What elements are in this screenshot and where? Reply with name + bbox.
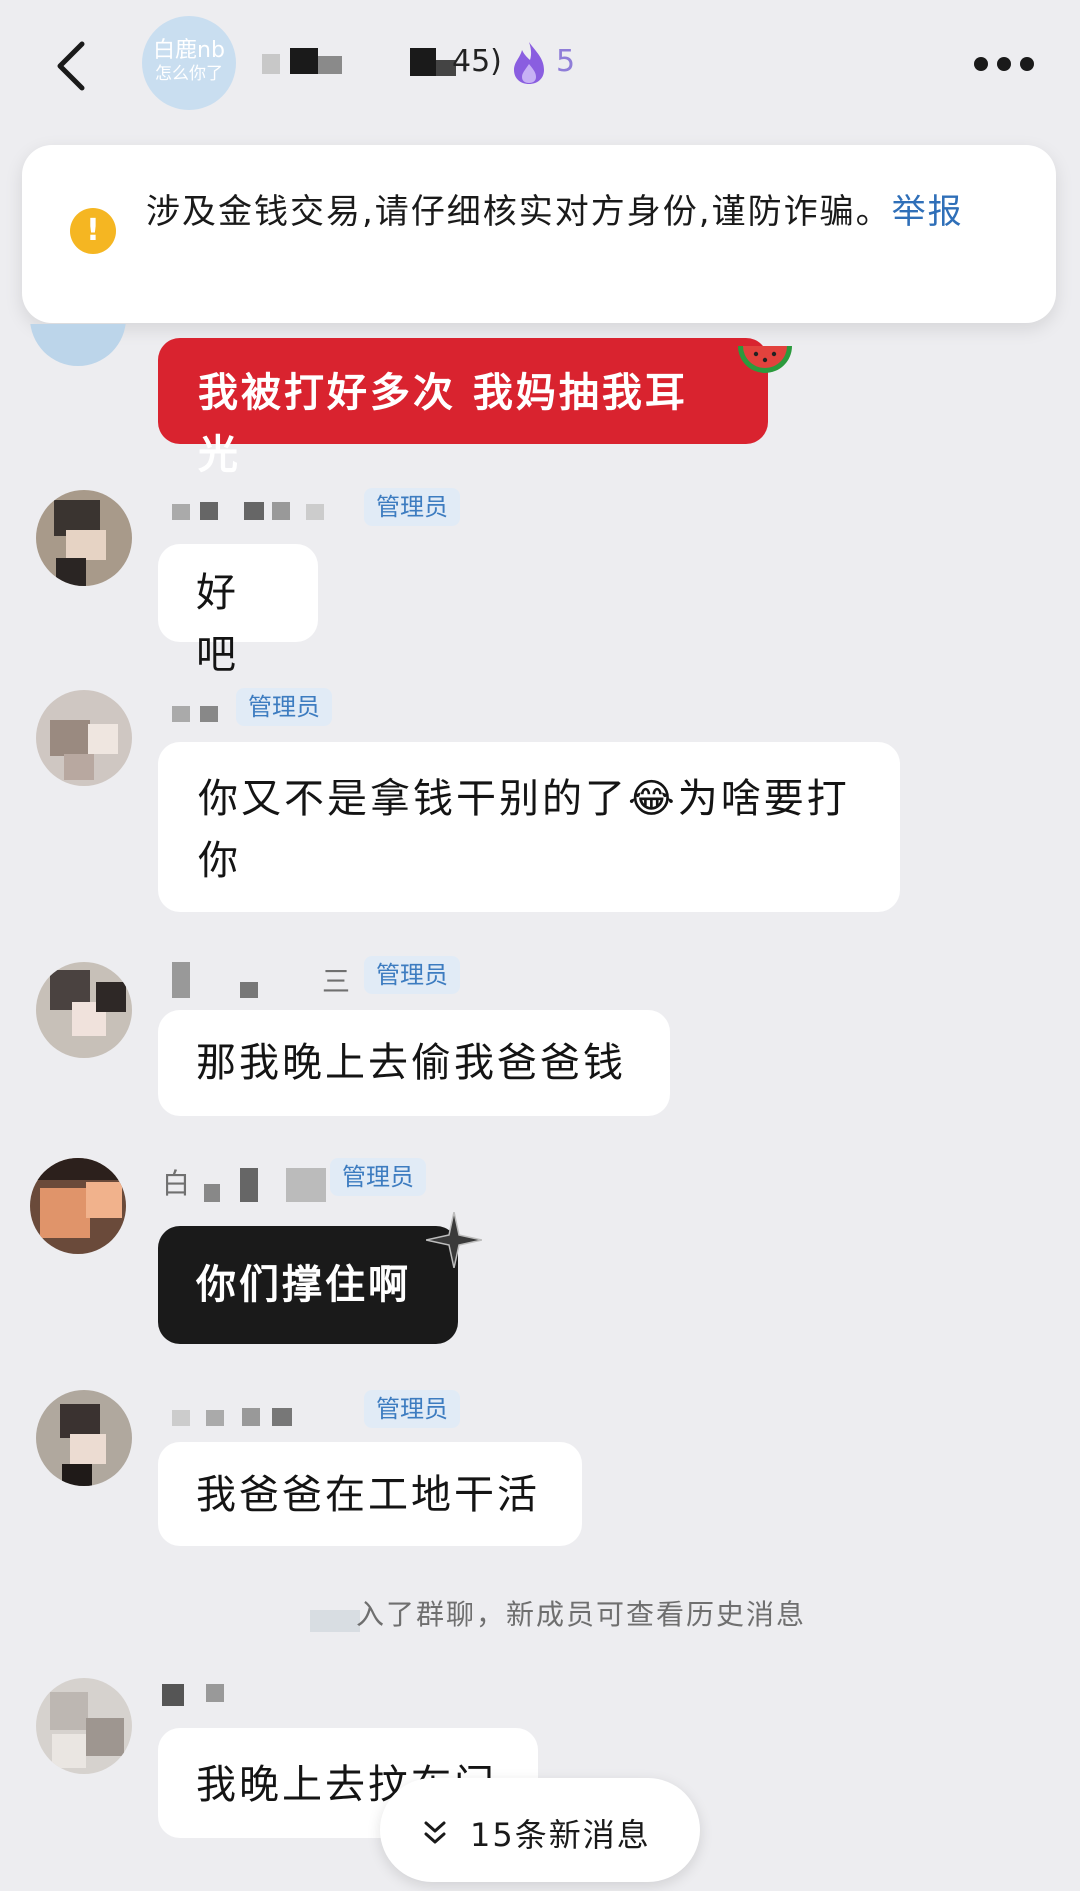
message-text: 我被打好多次 我妈抽我耳光 [198, 370, 688, 478]
avatar[interactable] [36, 1390, 132, 1486]
report-link[interactable]: 举报 [892, 192, 964, 232]
more-dots-icon[interactable] [974, 52, 1034, 76]
message-bubble[interactable]: 好吧 [158, 544, 318, 678]
group-avatar-line1: 白鹿nb [153, 38, 225, 63]
member-count: 45) [452, 44, 502, 79]
back-arrow-icon[interactable] [52, 40, 88, 92]
message-bubble[interactable]: 我被打好多次 我妈抽我耳光 [158, 338, 768, 478]
flame-icon [514, 42, 544, 84]
message-text: 你又不是拿钱干别的了 [198, 776, 628, 822]
admin-badge: 管理员 [330, 1158, 426, 1196]
admin-badge: 管理员 [364, 1390, 460, 1428]
message-text: 好吧 [196, 570, 239, 678]
avatar[interactable] [36, 690, 132, 786]
group-avatar-line2: 怎么你了 [155, 64, 223, 84]
message-bubble[interactable]: 那我晚上去偷我爸爸钱 [158, 1010, 670, 1116]
sender-name: 白 [162, 1167, 191, 1200]
admin-badge: 管理员 [364, 956, 460, 994]
message-text: 我爸爸在工地干活 [196, 1472, 540, 1518]
warning-icon: ! [70, 208, 116, 254]
chat-header: 白鹿nb 怎么你了 45) 5 [0, 0, 1080, 130]
admin-badge: 管理员 [364, 488, 460, 526]
laughing-emoji: 😂 [628, 776, 678, 822]
avatar[interactable] [36, 962, 132, 1058]
message-text: 那我晚上去偷我爸爸钱 [196, 1040, 626, 1086]
group-avatar[interactable]: 白鹿nb 怎么你了 [142, 16, 236, 110]
warning-message: 涉及金钱交易,请仔细核实对方身份,谨防诈骗。 [146, 192, 892, 232]
system-notice-text: 入了群聊，新成员可查看历史消息 [356, 1598, 807, 1631]
watermelon-icon [738, 346, 792, 373]
chevron-double-down-icon [424, 1821, 446, 1844]
fire-count: 5 [556, 44, 576, 79]
message-bubble[interactable]: 你又不是拿钱干别的了😂为啥要打你 [158, 742, 900, 912]
system-notice: 入了群聊，新成员可查看历史消息 [356, 1593, 806, 1633]
message-bubble[interactable]: 我爸爸在工地干活 [158, 1442, 582, 1546]
sparkle-icon [426, 1212, 482, 1268]
avatar[interactable] [30, 1158, 126, 1254]
admin-badge: 管理员 [236, 688, 332, 726]
avatar[interactable] [36, 1678, 132, 1774]
message-bubble[interactable]: 你们撑住啊 [158, 1226, 458, 1344]
message-text: 你们撑住啊 [196, 1262, 411, 1308]
fraud-warning-text: 涉及金钱交易,请仔细核实对方身份,谨防诈骗。举报 [146, 186, 976, 238]
sender-name: 三 [322, 965, 351, 998]
new-messages-label: 15条新消息 [470, 1816, 651, 1854]
avatar[interactable] [36, 490, 132, 586]
